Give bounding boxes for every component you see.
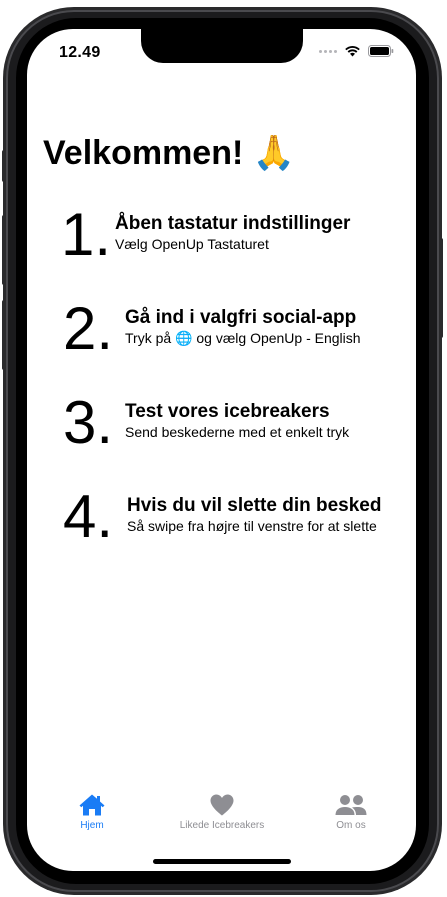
step-number: 2. bbox=[63, 295, 114, 362]
tab-om-os[interactable]: Om os bbox=[286, 793, 416, 831]
home-indicator[interactable] bbox=[153, 859, 291, 864]
status-icons bbox=[319, 45, 394, 57]
volume-down-button bbox=[2, 300, 6, 370]
step-number: 3. bbox=[63, 389, 114, 456]
heart-icon bbox=[210, 794, 234, 816]
wifi-icon bbox=[345, 46, 360, 57]
step-subtitle: Vælg OpenUp Tastaturet bbox=[115, 236, 269, 252]
step-title: Test vores icebreakers bbox=[125, 401, 330, 422]
notch bbox=[141, 29, 303, 63]
page-title: Velkommen! 🙏 bbox=[43, 134, 296, 172]
step-title: Gå ind i valgfri social-app bbox=[125, 307, 357, 328]
tab-hjem[interactable]: Hjem bbox=[27, 793, 157, 831]
people-icon bbox=[335, 795, 367, 815]
house-icon bbox=[79, 794, 105, 816]
battery-icon bbox=[368, 45, 394, 57]
step-2: 2. Gå ind i valgfri social-app Tryk på 🌐… bbox=[63, 299, 361, 359]
step-subtitle: Så swipe fra højre til venstre for at sl… bbox=[127, 518, 377, 534]
step-3: 3. Test vores icebreakers Send beskedern… bbox=[63, 393, 349, 453]
power-button bbox=[439, 238, 443, 338]
tab-label: Om os bbox=[336, 820, 366, 831]
step-title: Åben tastatur indstillinger bbox=[115, 213, 351, 234]
tab-label: Likede Icebreakers bbox=[179, 820, 265, 831]
volume-up-button bbox=[2, 215, 6, 285]
tab-likede-icebreakers[interactable]: Likede Icebreakers bbox=[157, 793, 287, 831]
cellular-signal-icon bbox=[319, 49, 337, 53]
step-subtitle: Tryk på 🌐 og vælg OpenUp - English bbox=[125, 330, 361, 346]
tab-label: Hjem bbox=[80, 820, 104, 831]
step-1: 1. Åben tastatur indstillinger Vælg Open… bbox=[61, 205, 350, 265]
mute-switch bbox=[2, 150, 6, 182]
step-number: 4. bbox=[63, 483, 114, 550]
step-title: Hvis du vil slette din besked bbox=[127, 495, 382, 516]
tab-bar: Hjem Likede Icebreakers Om os bbox=[27, 787, 416, 847]
step-4: 4. Hvis du vil slette din besked Så swip… bbox=[63, 487, 381, 547]
screen: 12.49 Velkommen! 🙏 1. Åben tastatur inds… bbox=[27, 29, 416, 871]
status-time: 12.49 bbox=[59, 44, 101, 61]
step-subtitle: Send beskederne med et enkelt tryk bbox=[125, 424, 350, 440]
